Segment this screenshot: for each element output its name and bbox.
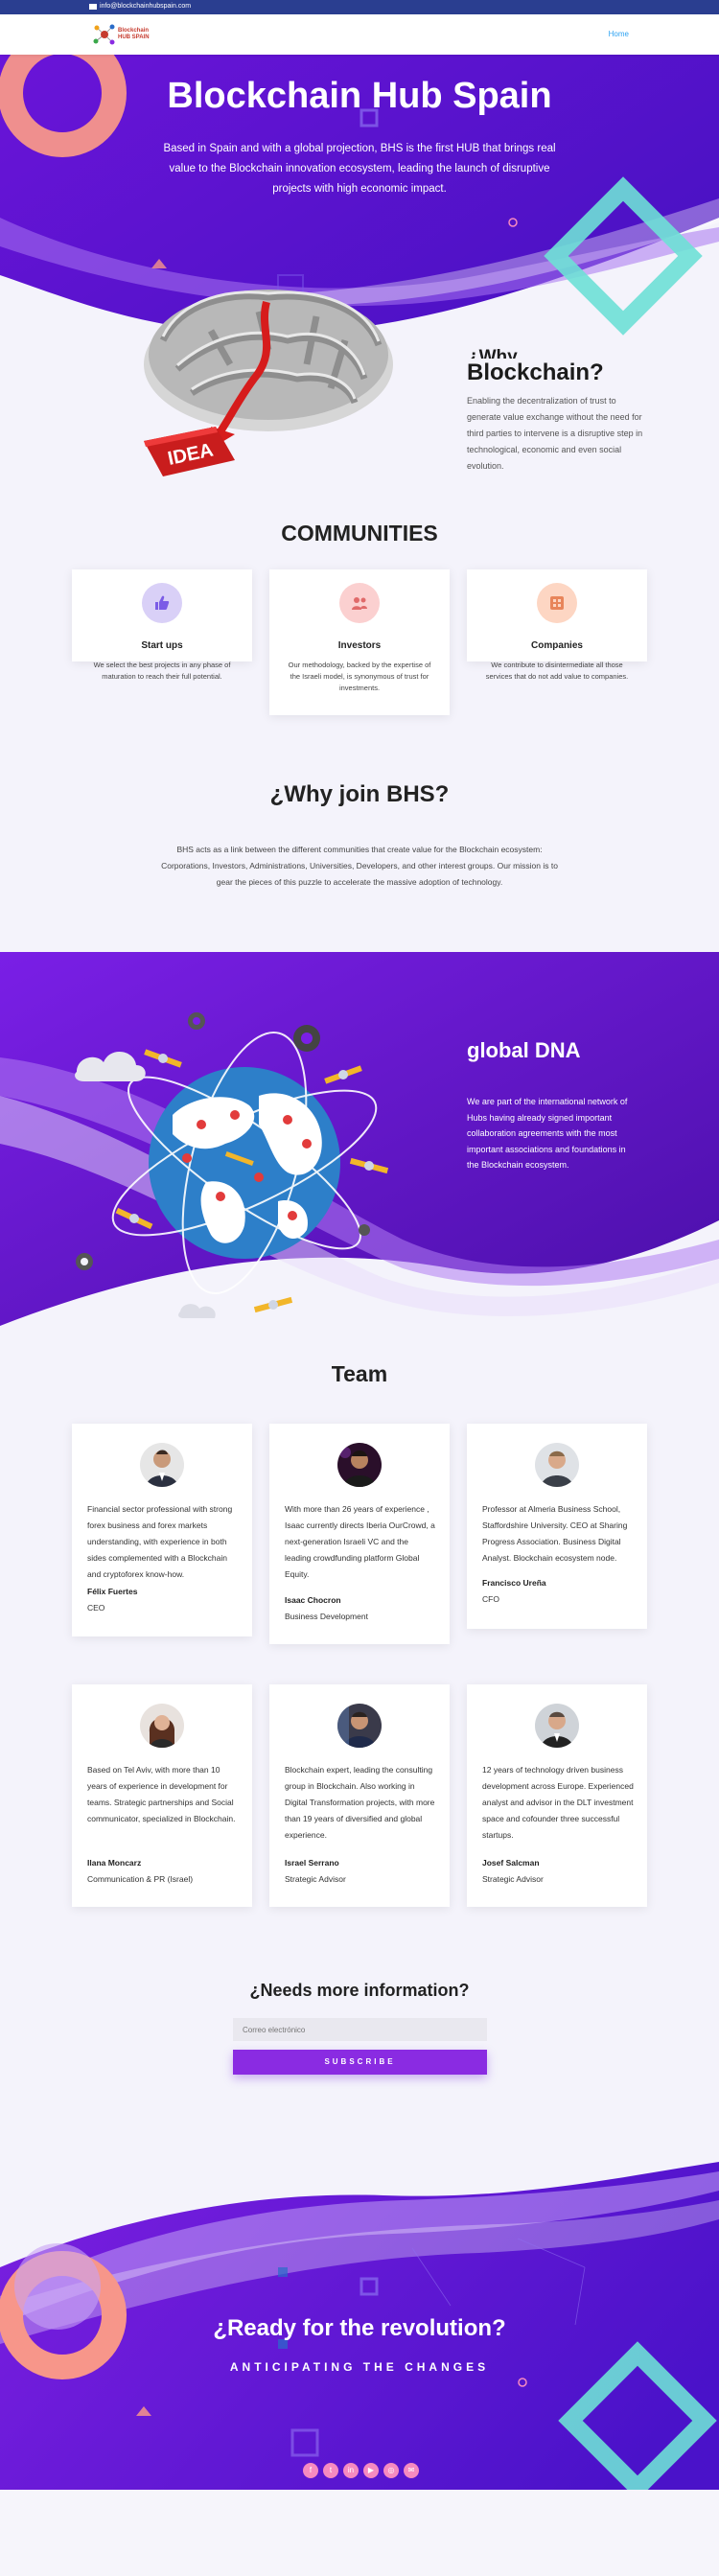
avatar [140,1704,184,1748]
community-card-companies: Companies We contribute to disintermedia… [467,569,647,681]
team-role: CEO [87,1603,105,1613]
avatar [337,1443,382,1487]
avatar [535,1704,579,1748]
global-dna-section: global DNA We are part of the internatio… [0,952,719,1355]
team-title: Team [331,1361,388,1386]
team-name: Israel Serrano [285,1858,339,1868]
hero-subtitle: Based in Spain and with a global project… [163,143,556,195]
email-field[interactable] [233,2018,487,2041]
newsletter-title: ¿Needs more information? [249,1981,470,2000]
site-header: Blockchain HUB SPAIN Home [0,14,719,55]
team-bio: Based on Tel Aviv, with more than 10 yea… [87,1765,236,1823]
team-name: Francisco Ureña [482,1578,546,1588]
team-bio: Professor at Almeria Business School, St… [482,1504,628,1563]
why-blockchain-text: Enabling the decentralization of trust t… [467,396,643,471]
startups-icon-circle [142,583,182,623]
network-logo-icon [93,24,115,45]
communities-title: COMMUNITIES [281,521,438,545]
team-card-israel: Blockchain expert, leading the consultin… [269,1684,450,1907]
community-card-text: Our methodology, backed by the expertise… [288,661,431,692]
maze-idea-illustration: IDEA [125,273,403,479]
hero-title: Blockchain Hub Spain [167,76,552,116]
youtube-icon[interactable]: ▶ [363,2463,379,2478]
contact-email[interactable]: info@blockchainhubspain.com [89,3,191,10]
team-card-josef: 12 years of technology driven business d… [467,1684,647,1907]
investors-icon-circle [339,583,380,623]
envelope-icon [89,3,97,10]
team-card-francisco: Professor at Almeria Business School, St… [467,1424,647,1629]
logo-line-1: Blockchain [118,28,150,34]
twitter-icon[interactable]: t [323,2463,338,2478]
linkedin-glyph: in [347,2466,355,2474]
team-bio: Blockchain expert, leading the consultin… [285,1765,435,1840]
team-card-isaac: With more than 26 years of experience , … [269,1424,450,1644]
instagram-icon[interactable]: ◎ [383,2463,399,2478]
community-card-title: Investors [337,640,382,651]
team-name: Ilana Moncarz [87,1858,142,1868]
team-name: Josef Salcman [482,1858,540,1868]
team-role: Business Development [285,1612,368,1621]
avatar [140,1443,184,1487]
community-card-title: Companies [531,640,583,651]
facebook-icon[interactable]: f [303,2463,318,2478]
why-blockchain-title: Blockchain? [467,360,604,385]
team-name: Félix Fuertes [87,1587,138,1596]
team-role: Strategic Advisor [482,1874,544,1884]
linkedin-icon[interactable]: in [343,2463,359,2478]
why-join-title: ¿Why join BHS? [269,781,450,807]
team-bio: With more than 26 years of experience , … [285,1504,435,1579]
subscribe-button[interactable]: SUBSCRIBE [233,2050,487,2075]
team-role: CFO [482,1594,499,1604]
nav-home-link[interactable]: Home [609,30,629,38]
team-bio: Financial sector professional with stron… [87,1504,233,1579]
users-icon [352,597,367,610]
community-card-title: Start ups [141,640,183,651]
team-bio: 12 years of technology driven business d… [482,1765,634,1840]
page-bottom-strip [0,2490,719,2576]
footer-subtitle: ANTICIPATING THE CHANGES [229,2360,490,2374]
community-card-startups: Start ups We select the best projects in… [72,569,252,681]
companies-icon-circle [537,583,577,623]
global-dna-title: global DNA [467,1038,581,1062]
building-icon [550,596,564,610]
thumbs-up-icon [155,595,170,610]
footer-title: ¿Ready for the revolution? [213,2315,506,2341]
instagram-glyph: ◎ [387,2466,395,2474]
team-role: Strategic Advisor [285,1874,346,1884]
social-links: f t in ▶ ◎ ✉ [303,2463,419,2478]
avatar [535,1443,579,1487]
team-role: Communication & PR (Israel) [87,1874,194,1884]
email-glyph: ✉ [407,2466,415,2474]
team-name: Isaac Chocron [285,1595,341,1605]
logo-line-2: HUB SPAIN [118,35,150,40]
global-dna-text: We are part of the international network… [467,1097,628,1170]
community-card-text: We select the best projects in any phase… [93,661,231,681]
site-logo[interactable]: Blockchain HUB SPAIN [91,20,158,49]
youtube-glyph: ▶ [367,2466,375,2474]
team-card-felix: Financial sector professional with stron… [72,1424,252,1636]
facebook-glyph: f [309,2466,313,2474]
community-card-text: We contribute to disintermediate all tho… [485,661,629,681]
community-card-investors: Investors Our methodology, backed by the… [269,569,450,715]
contact-email-text: info@blockchainhubspain.com [100,3,192,10]
why-join-text: BHS acts as a link between the different… [161,845,558,887]
twitter-glyph: t [329,2466,333,2474]
logo-text: Blockchain HUB SPAIN [118,28,150,41]
avatar [337,1704,382,1748]
top-bar: info@blockchainhubspain.com [0,0,719,14]
team-card-ilana: Based on Tel Aviv, with more than 10 yea… [72,1684,252,1907]
email-icon[interactable]: ✉ [404,2463,419,2478]
why-blockchain-prefix: ¿Why [468,347,518,359]
